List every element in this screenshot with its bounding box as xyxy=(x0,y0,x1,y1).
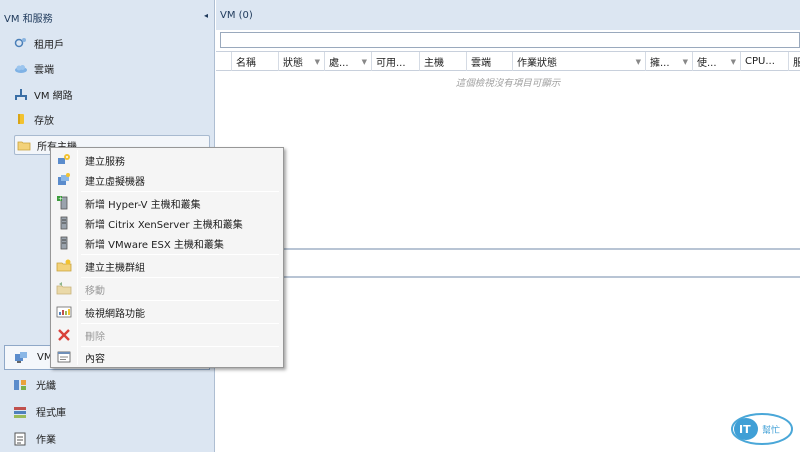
menu-item-view-networking[interactable]: 檢視網路功能 xyxy=(53,302,281,322)
menu-item-add-esx-host[interactable]: 新增 VMware ESX 主機和叢集 xyxy=(53,233,281,253)
column-header-host[interactable]: 主機 xyxy=(420,52,467,71)
tree-item-label: 存放 xyxy=(34,115,54,127)
column-header-owner[interactable]: 擁... ▼ xyxy=(646,52,693,71)
tree-item-storage[interactable]: 存放 xyxy=(14,109,54,129)
column-header-job-status[interactable]: 作業狀態 ▼ xyxy=(513,52,646,71)
collapse-pane-icon[interactable]: ◂ xyxy=(204,11,208,20)
column-header-availability[interactable]: 可用... xyxy=(372,52,420,71)
menu-item-move[interactable]: 移動 xyxy=(53,279,281,299)
menu-item-create-service[interactable]: 建立服務 xyxy=(53,150,281,170)
menu-item-label: 建立主機群組 xyxy=(85,262,145,274)
fabric-icon xyxy=(12,377,28,393)
storage-icon xyxy=(14,112,28,126)
menu-item-add-hyperv-host[interactable]: + 新增 Hyper-V 主機和叢集 xyxy=(53,193,281,213)
menu-separator xyxy=(81,254,279,255)
column-header-process[interactable]: 處... ▼ xyxy=(325,52,372,71)
menu-item-label: 刪除 xyxy=(85,331,105,343)
grid-header: 名稱 狀態 ▼ 處... ▼ 可用... 主機 雲端 作業狀態 ▼ 擁... ▼ 使..… xyxy=(216,51,800,71)
menu-item-label: 建立虛擬機器 xyxy=(85,176,145,188)
column-header-cloud[interactable]: 雲端 xyxy=(467,52,513,71)
delete-icon xyxy=(53,327,75,343)
workspace-library[interactable]: 程式庫 xyxy=(0,399,215,424)
tree-item-tenants[interactable]: 租用戶 xyxy=(14,33,64,53)
menu-item-create-host-group[interactable]: 建立主機群組 xyxy=(53,256,281,276)
workspace-label: 光纖 xyxy=(36,381,56,392)
nav-header-title: VM 和服務 xyxy=(4,14,53,25)
tree-item-label: 雲端 xyxy=(34,64,54,76)
properties-icon xyxy=(53,349,75,365)
column-filter-icon[interactable]: ▼ xyxy=(683,58,688,66)
create-host-group-icon xyxy=(53,258,75,274)
main-pane: VM (0) 名稱 狀態 ▼ 處... ▼ 可用... 主機 雲端 作業狀態 ▼ 擁.… xyxy=(216,0,800,452)
column-header-name[interactable]: 名稱 xyxy=(232,52,279,71)
nav-header: VM 和服務 xyxy=(0,0,215,30)
add-hyperv-host-icon: + xyxy=(53,195,75,211)
menu-item-create-vm[interactable]: 建立虛擬機器 xyxy=(53,170,281,190)
menu-separator xyxy=(81,191,279,192)
column-filter-icon[interactable]: ▼ xyxy=(315,58,320,66)
column-header-service[interactable]: 服 xyxy=(789,52,800,71)
menu-item-label: 移動 xyxy=(85,285,105,297)
column-header-user[interactable]: 使... ▼ xyxy=(693,52,741,71)
menu-item-delete[interactable]: 刪除 xyxy=(53,325,281,345)
workspace-label: 作業 xyxy=(36,435,56,446)
jobs-icon xyxy=(12,431,28,447)
library-icon xyxy=(12,404,28,420)
tree-item-vm-networks[interactable]: VM 網路 xyxy=(14,84,73,104)
watermark-text: IT xyxy=(739,423,751,436)
menu-separator xyxy=(81,277,279,278)
it-help-watermark-logo: IT 幫忙 xyxy=(730,412,794,446)
page-title: VM (0) xyxy=(220,10,253,21)
tenant-icon xyxy=(14,36,28,50)
tree-item-label: 租用戶 xyxy=(34,39,64,51)
menu-separator xyxy=(81,323,279,324)
column-header-status[interactable]: 狀態 ▼ xyxy=(279,52,325,71)
move-icon xyxy=(53,281,75,297)
folder-icon xyxy=(17,138,31,152)
menu-item-label: 新增 Citrix XenServer 主機和叢集 xyxy=(85,219,243,231)
column-filter-icon[interactable]: ▼ xyxy=(636,58,641,66)
menu-item-label: 新增 VMware ESX 主機和叢集 xyxy=(85,239,224,251)
cloud-icon xyxy=(14,61,28,75)
watermark-subtext: 幫忙 xyxy=(762,424,780,436)
column-filter-icon[interactable]: ▼ xyxy=(362,58,367,66)
network-icon xyxy=(14,87,28,101)
workspace-jobs[interactable]: 作業 xyxy=(0,426,215,451)
main-title-bar: VM (0) xyxy=(216,0,800,30)
create-service-icon xyxy=(53,152,75,168)
context-menu: 建立服務 建立虛擬機器 + 新增 Hyper-V 主機和叢集 新增 Citrix… xyxy=(50,147,284,368)
tree-item-clouds[interactable]: 雲端 xyxy=(14,58,54,78)
menu-item-label: 建立服務 xyxy=(85,156,125,168)
add-esx-host-icon xyxy=(53,235,75,251)
column-header-icon[interactable] xyxy=(216,52,232,71)
search-input[interactable] xyxy=(220,32,800,48)
tree-item-label: VM 網路 xyxy=(34,90,73,102)
workspace-label: 程式庫 xyxy=(36,408,66,419)
svg-text:+: + xyxy=(58,196,63,203)
menu-item-properties[interactable]: 內容 xyxy=(53,347,281,367)
details-pane-splitter[interactable] xyxy=(216,248,800,278)
menu-separator xyxy=(81,300,279,301)
empty-view-message: 這個檢視沒有項目可顯示 xyxy=(455,78,561,89)
add-xenserver-host-icon xyxy=(53,215,75,231)
create-vm-icon xyxy=(53,172,75,188)
menu-item-label: 內容 xyxy=(85,353,105,365)
view-networking-icon xyxy=(53,304,75,320)
column-filter-icon[interactable]: ▼ xyxy=(731,58,736,66)
menu-item-label: 檢視網路功能 xyxy=(85,308,145,320)
vm-services-icon xyxy=(13,350,29,366)
menu-item-label: 新增 Hyper-V 主機和叢集 xyxy=(85,199,201,211)
menu-item-add-xenserver-host[interactable]: 新增 Citrix XenServer 主機和叢集 xyxy=(53,213,281,233)
workspace-fabric[interactable]: 光纖 xyxy=(0,372,215,397)
column-header-cpu[interactable]: CPU... xyxy=(741,52,789,71)
